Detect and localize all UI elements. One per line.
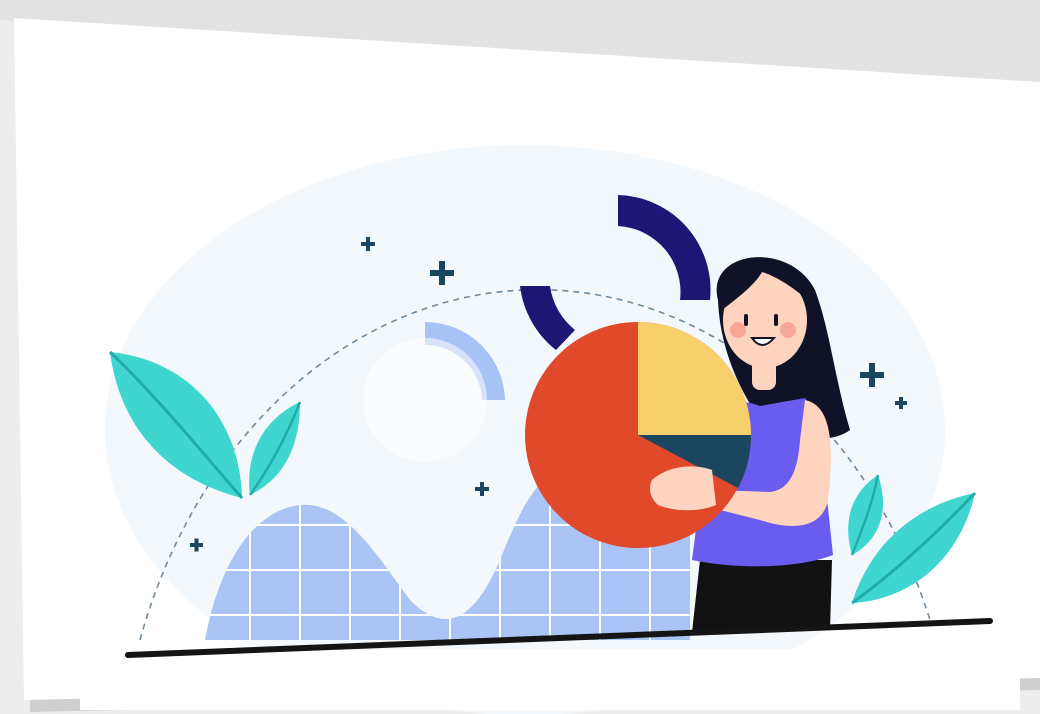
woman-cheek-right xyxy=(780,322,796,338)
pie-chart-icon xyxy=(525,322,752,548)
halo-clip-floor xyxy=(80,650,1020,710)
light-ring-glow xyxy=(363,338,487,462)
woman-pants xyxy=(692,560,832,632)
woman-cheek-left xyxy=(730,322,746,338)
illustration-scene xyxy=(0,0,1040,714)
